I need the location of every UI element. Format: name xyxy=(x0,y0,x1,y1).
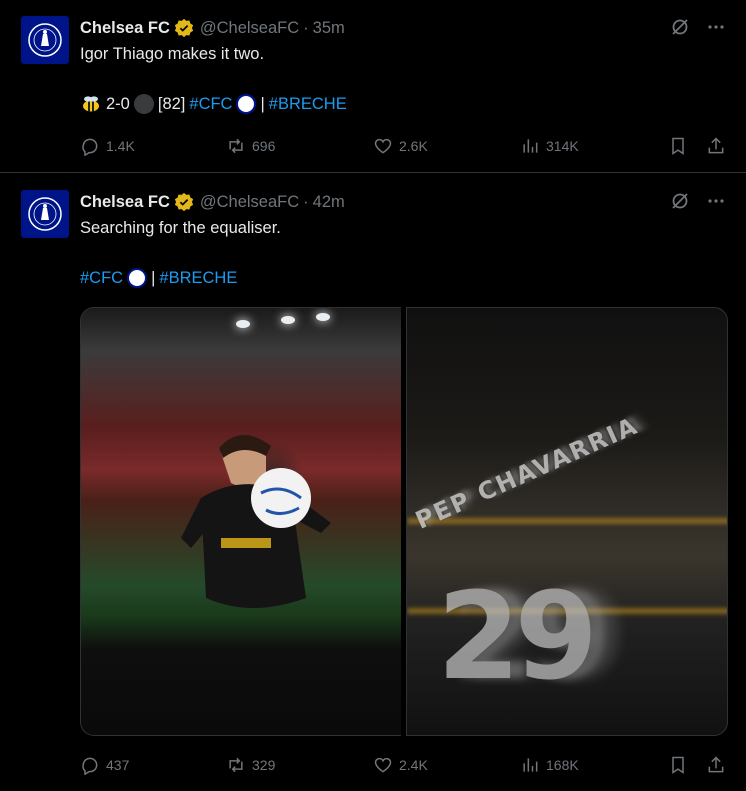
chelsea-crest-icon xyxy=(28,197,62,231)
hashtag-cfc[interactable]: #CFC xyxy=(189,95,232,114)
grok-icon[interactable] xyxy=(670,17,690,37)
repost-count: 696 xyxy=(252,138,276,154)
hashtag-cfc[interactable]: #CFC xyxy=(80,269,123,288)
reply-button[interactable]: 1.4K xyxy=(80,136,135,156)
tweet-hashtags: #CFC | #BRECHE xyxy=(80,268,237,288)
share-icon xyxy=(708,137,724,154)
media-image-player-with-ball[interactable] xyxy=(80,307,401,736)
bookmark-icon xyxy=(672,756,684,774)
stadium-light xyxy=(281,316,295,324)
hashtag-breche[interactable]: #BRECHE xyxy=(159,269,237,288)
author-handle[interactable]: @ChelseaFC xyxy=(200,19,299,38)
like-icon xyxy=(374,757,392,773)
like-button[interactable]: 2.4K xyxy=(373,755,428,775)
reply-icon xyxy=(82,138,98,156)
like-count: 2.4K xyxy=(399,757,428,773)
verified-icon[interactable] xyxy=(174,192,194,212)
share-button[interactable] xyxy=(706,136,726,156)
chelsea-badge-icon xyxy=(127,268,148,288)
divider: | xyxy=(151,268,156,287)
minute: [82] xyxy=(157,94,186,113)
timestamp[interactable]: 35m xyxy=(313,19,345,38)
player-figure xyxy=(181,434,331,608)
verified-icon[interactable] xyxy=(174,18,194,38)
share-icon xyxy=(708,756,724,773)
like-icon xyxy=(374,138,392,154)
views-count: 168K xyxy=(546,757,579,773)
views-button[interactable]: 314K xyxy=(520,136,579,156)
reply-count: 1.4K xyxy=(106,138,135,154)
reply-icon xyxy=(82,757,98,775)
views-icon xyxy=(523,139,538,153)
tweet-text: Igor Thiago makes it two. xyxy=(80,45,265,63)
tweet-text: Searching for the equaliser. xyxy=(80,219,281,237)
chelsea-badge-icon xyxy=(236,94,257,114)
tweet-actions: 437 329 2.4K 168K xyxy=(80,753,728,777)
bookmark-icon xyxy=(672,137,684,155)
separator: · xyxy=(303,192,309,211)
like-count: 2.6K xyxy=(399,138,428,154)
tweet-header: Chelsea FC @ChelseaFC · 35m xyxy=(80,16,345,40)
grok-icon[interactable] xyxy=(670,191,690,211)
jersey-name: PEP CHAVARRIA xyxy=(411,411,643,535)
author-handle[interactable]: @ChelseaFC xyxy=(200,193,299,212)
repost-button[interactable]: 329 xyxy=(226,755,275,775)
stadium-light xyxy=(316,313,330,321)
reply-count: 437 xyxy=(106,757,130,773)
author-name[interactable]: Chelsea FC xyxy=(80,19,170,38)
tweet[interactable]: Chelsea FC @ChelseaFC · 42m Searching fo… xyxy=(0,174,746,791)
more-icon[interactable] xyxy=(706,191,726,211)
like-button[interactable]: 2.6K xyxy=(373,136,428,156)
author-name[interactable]: Chelsea FC xyxy=(80,193,170,212)
repost-icon xyxy=(229,757,243,773)
views-count: 314K xyxy=(546,138,579,154)
more-icon[interactable] xyxy=(706,17,726,37)
share-button[interactable] xyxy=(706,755,726,775)
stadium-light xyxy=(236,320,250,328)
tweet-header: Chelsea FC @ChelseaFC · 42m xyxy=(80,190,345,214)
tweet-top-icons xyxy=(670,17,726,37)
timestamp[interactable]: 42m xyxy=(313,193,345,212)
reply-button[interactable]: 437 xyxy=(80,755,129,775)
tweet[interactable]: Chelsea FC @ChelseaFC · 35m Igor Thiago … xyxy=(0,0,746,173)
tweet-text-score-line: 2-0 [82] #CFC | #BRECHE xyxy=(80,94,347,114)
bookmark-button[interactable] xyxy=(668,136,688,156)
hashtag-breche[interactable]: #BRECHE xyxy=(269,95,347,114)
score: 2-0 xyxy=(106,94,130,113)
tweet-top-icons xyxy=(670,191,726,211)
repost-icon xyxy=(229,138,243,154)
separator: · xyxy=(303,18,309,37)
divider: | xyxy=(260,94,265,113)
opponent-badge-icon xyxy=(133,94,154,114)
avatar[interactable] xyxy=(21,16,69,64)
views-icon xyxy=(523,758,538,772)
bookmark-button[interactable] xyxy=(668,755,688,775)
media-image-jersey-back[interactable]: PEP CHAVARRIA 29 xyxy=(406,307,728,736)
views-button[interactable]: 168K xyxy=(520,755,579,775)
jersey-number: 29 xyxy=(437,568,598,707)
avatar[interactable] xyxy=(21,190,69,238)
repost-count: 329 xyxy=(252,757,276,773)
chelsea-crest-icon xyxy=(28,23,62,57)
bee-emoji-icon xyxy=(83,96,99,112)
tweet-actions: 1.4K 696 2.6K 314K xyxy=(80,134,728,158)
repost-button[interactable]: 696 xyxy=(226,136,275,156)
